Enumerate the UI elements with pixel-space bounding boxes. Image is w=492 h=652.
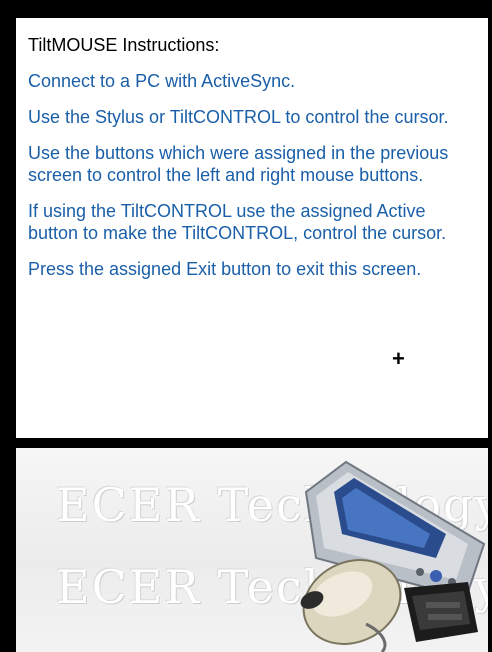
panel-divider <box>16 438 488 448</box>
instructions-panel: TiltMOUSE Instructions: Connect to a PC … <box>16 18 488 438</box>
device-illustration <box>300 460 486 652</box>
usb-adapter-icon <box>404 582 478 642</box>
instruction-item: Use the buttons which were assigned in t… <box>28 143 449 185</box>
instruction-item: If using the TiltCONTROL use the assigne… <box>28 201 447 243</box>
instructions-title: TiltMOUSE Instructions: <box>28 35 220 55</box>
cursor-crosshair-icon: + <box>392 346 405 371</box>
instruction-item: Use the Stylus or TiltCONTROL to control… <box>28 107 449 127</box>
tiltmouse-screen: TiltMOUSE Instructions: Connect to a PC … <box>0 0 492 652</box>
instruction-item: Press the assigned Exit button to exit t… <box>28 259 422 279</box>
device-illustration-panel: ECER Technology ECER Technology <box>16 448 488 652</box>
instruction-item: Connect to a PC with ActiveSync. <box>28 71 296 91</box>
